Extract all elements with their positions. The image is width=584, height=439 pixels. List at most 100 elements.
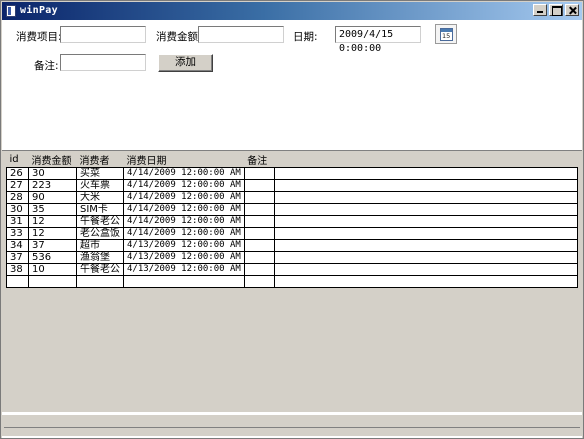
add-button[interactable]: 添加	[158, 54, 213, 72]
close-icon[interactable]	[565, 4, 579, 16]
cell-date[interactable]: 4/14/2009 12:00:00 AM	[123, 167, 245, 180]
cell-amount[interactable]: 35	[28, 203, 77, 216]
column-header-id[interactable]: id	[6, 151, 29, 168]
cell-consumer[interactable]: 渔翁堡	[76, 251, 124, 264]
table-row[interactable]: 28 90 大米 4/14/2009 12:00:00 AM	[6, 191, 579, 204]
note-input[interactable]	[60, 54, 146, 71]
item-label: 消费项目:	[16, 31, 62, 43]
cell-note[interactable]	[243, 191, 275, 204]
cell-id[interactable]: 37	[6, 251, 29, 264]
cell-filler	[273, 191, 579, 204]
cell-date[interactable]: 4/14/2009 12:00:00 AM	[123, 203, 245, 216]
main-window: winPay 消费项目: 消费金额: 日期: 2009/4/15 0:00:00…	[0, 0, 584, 439]
cell-consumer[interactable]: 午餐老公	[76, 263, 124, 276]
table-header-row: id 消费金额 消费者 消费日期 备注	[6, 151, 578, 168]
table-row[interactable]: 37 536 渔翁堡 4/13/2009 12:00:00 AM	[6, 251, 579, 264]
table-row[interactable]: 38 10 午餐老公 4/13/2009 12:00:00 AM	[6, 263, 579, 276]
date-label: 日期:	[293, 31, 318, 43]
entry-form: 消费项目: 消费金额: 日期: 2009/4/15 0:00:00 15 备注:…	[2, 20, 582, 150]
cell-consumer[interactable]: 买菜	[76, 167, 124, 180]
cell-filler	[273, 251, 579, 264]
column-header-filler	[274, 151, 578, 168]
cell-consumer[interactable]: 老公盒饭	[76, 227, 124, 240]
cell-amount[interactable]: 536	[28, 251, 77, 264]
cell-note[interactable]	[243, 275, 275, 288]
client-area: 消费项目: 消费金额: 日期: 2009/4/15 0:00:00 15 备注:…	[2, 20, 582, 438]
cell-amount[interactable]: 37	[28, 239, 77, 252]
amount-label: 消费金额:	[156, 31, 202, 43]
cell-note[interactable]	[243, 227, 275, 240]
calendar-icon: 15	[440, 28, 453, 41]
expense-table[interactable]: id 消费金额 消费者 消费日期 备注 26 30 买菜 4/14/2009 12:0…	[6, 151, 579, 288]
cell-amount[interactable]	[28, 275, 77, 288]
cell-date[interactable]: 4/14/2009 12:00:00 AM	[123, 215, 245, 228]
maximize-icon[interactable]	[549, 4, 563, 16]
minimize-icon[interactable]	[533, 4, 547, 16]
cell-date[interactable]: 4/13/2009 12:00:00 AM	[123, 251, 245, 264]
data-grid-panel: id 消费金额 消费者 消费日期 备注 26 30 买菜 4/14/2009 12:0…	[2, 150, 582, 412]
cell-amount[interactable]: 12	[28, 215, 77, 228]
cell-id[interactable]	[6, 275, 29, 288]
cell-amount[interactable]: 30	[28, 167, 77, 180]
cell-note[interactable]	[243, 263, 275, 276]
cell-id[interactable]: 38	[6, 263, 29, 276]
cell-filler	[273, 263, 579, 276]
cell-note[interactable]	[243, 215, 275, 228]
column-header-consumer[interactable]: 消费者	[76, 151, 124, 168]
cell-filler	[273, 239, 579, 252]
cell-filler	[273, 227, 579, 240]
cell-filler	[273, 167, 579, 180]
table-row[interactable]: 30 35 SIM卡 4/14/2009 12:00:00 AM	[6, 203, 579, 216]
amount-input[interactable]	[198, 26, 284, 43]
cell-note[interactable]	[243, 239, 275, 252]
cell-amount[interactable]: 90	[28, 191, 77, 204]
cell-date[interactable]: 4/14/2009 12:00:00 AM	[123, 179, 245, 192]
column-header-date[interactable]: 消费日期	[123, 151, 245, 168]
column-header-note[interactable]: 备注	[244, 151, 275, 168]
cell-id[interactable]: 26	[6, 167, 29, 180]
table-row[interactable]	[6, 275, 579, 288]
table-row[interactable]: 31 12 午餐老公 4/14/2009 12:00:00 AM	[6, 215, 579, 228]
cell-filler	[273, 215, 579, 228]
cell-id[interactable]: 30	[6, 203, 29, 216]
table-row[interactable]: 26 30 买菜 4/14/2009 12:00:00 AM	[6, 167, 579, 180]
cell-consumer[interactable]: 午餐老公	[76, 215, 124, 228]
cell-note[interactable]	[243, 179, 275, 192]
date-input[interactable]: 2009/4/15 0:00:00	[335, 26, 421, 54]
cell-date[interactable]: 4/13/2009 12:00:00 AM	[123, 263, 245, 276]
title-bar[interactable]: winPay	[2, 2, 582, 20]
cell-note[interactable]	[243, 251, 275, 264]
app-window-icon[interactable]	[6, 5, 16, 17]
item-input[interactable]	[60, 26, 146, 43]
cell-filler	[273, 203, 579, 216]
cell-consumer[interactable]	[76, 275, 124, 288]
cell-consumer[interactable]: 大米	[76, 191, 124, 204]
cell-id[interactable]: 34	[6, 239, 29, 252]
cell-id[interactable]: 31	[6, 215, 29, 228]
window-title: winPay	[20, 5, 58, 16]
cell-date[interactable]: 4/13/2009 12:00:00 AM	[123, 239, 245, 252]
cell-id[interactable]: 28	[6, 191, 29, 204]
cell-note[interactable]	[243, 203, 275, 216]
cell-date[interactable]: 4/14/2009 12:00:00 AM	[123, 227, 245, 240]
note-label: 备注:	[34, 60, 59, 72]
cell-date[interactable]: 4/14/2009 12:00:00 AM	[123, 191, 245, 204]
cell-filler	[273, 179, 579, 192]
table-row[interactable]: 33 12 老公盒饭 4/14/2009 12:00:00 AM	[6, 227, 579, 240]
cell-date[interactable]	[123, 275, 245, 288]
table-row[interactable]: 27 223 火车票 4/14/2009 12:00:00 AM	[6, 179, 579, 192]
cell-id[interactable]: 33	[6, 227, 29, 240]
cell-amount[interactable]: 12	[28, 227, 77, 240]
cell-id[interactable]: 27	[6, 179, 29, 192]
calendar-icon-day: 15	[442, 32, 451, 40]
table-row[interactable]: 34 37 超市 4/13/2009 12:00:00 AM	[6, 239, 579, 252]
cell-filler	[273, 275, 579, 288]
cell-note[interactable]	[243, 167, 275, 180]
cell-amount[interactable]: 223	[28, 179, 77, 192]
cell-amount[interactable]: 10	[28, 263, 77, 276]
cell-consumer[interactable]: SIM卡	[76, 203, 124, 216]
cell-consumer[interactable]: 超市	[76, 239, 124, 252]
cell-consumer[interactable]: 火车票	[76, 179, 124, 192]
calendar-button[interactable]: 15	[435, 24, 457, 44]
column-header-amount[interactable]: 消费金额	[28, 151, 77, 168]
